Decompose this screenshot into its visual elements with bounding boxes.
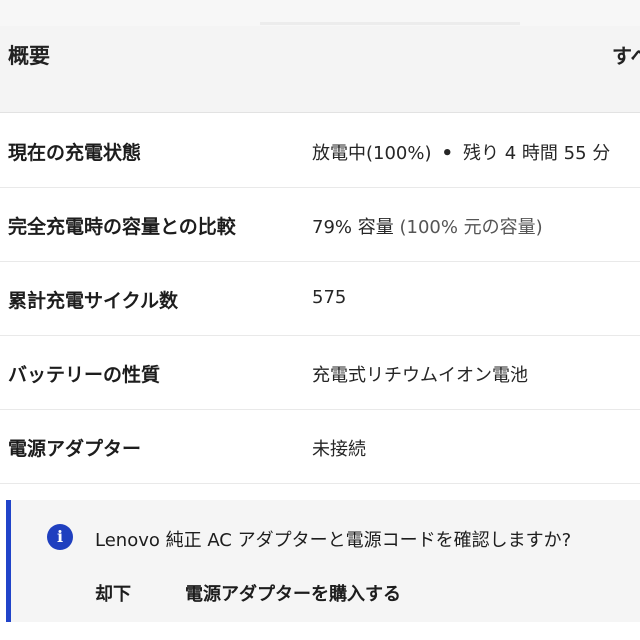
battery-details-list: 現在の充電状態 放電中(100%) • 残り 4 時間 55 分 完全充電時の容量と… — [0, 114, 640, 484]
summary-header: 概要 すべ — [0, 26, 640, 113]
banner-message: Lenovo 純正 AC アダプターと電源コードを確認しますか? — [95, 530, 572, 551]
dismiss-button[interactable]: 却下 — [95, 580, 131, 606]
charge-state-value: 放電中(100%) — [312, 143, 432, 164]
row-charge-state: 現在の充電状態 放電中(100%) • 残り 4 時間 55 分 — [0, 114, 640, 188]
row-battery-type: バッテリーの性質 充電式リチウムイオン電池 — [0, 336, 640, 410]
row-label: 完全充電時の容量との比較 — [8, 216, 236, 238]
bottom-edge — [0, 622, 640, 640]
row-value: 放電中(100%) • 残り 4 時間 55 分 — [312, 139, 610, 165]
battery-type-value: 充電式リチウムイオン電池 — [312, 365, 528, 386]
power-adapter-value: 未接続 — [312, 439, 366, 460]
row-cycle-count: 累計充電サイクル数 575 — [0, 262, 640, 336]
row-value: 79% 容量 (100% 元の容量) — [312, 213, 543, 239]
row-power-adapter: 電源アダプター 未接続 — [0, 410, 640, 484]
row-label: バッテリーの性質 — [8, 364, 161, 386]
info-icon: i — [47, 524, 73, 550]
value-separator: • — [441, 143, 454, 164]
cycle-count-value: 575 — [312, 287, 347, 308]
see-all-link[interactable]: すべ — [612, 40, 640, 69]
section-title: 概要 — [8, 44, 50, 68]
row-capacity: 完全充電時の容量との比較 79% 容量 (100% 元の容量) — [0, 188, 640, 262]
row-label: 現在の充電状態 — [8, 142, 142, 164]
buy-adapter-button[interactable]: 電源アダプターを購入する — [185, 580, 401, 606]
row-label: 累計充電サイクル数 — [8, 290, 179, 312]
remaining-time-value: 残り 4 時間 55 分 — [463, 143, 611, 164]
capacity-value: 79% 容量 — [312, 217, 394, 238]
row-label: 電源アダプター — [8, 438, 142, 460]
adapter-info-banner: i Lenovo 純正 AC アダプターと電源コードを確認しますか? 却下 電源… — [6, 500, 640, 622]
top-scroll-bar — [260, 22, 520, 25]
top-strip — [0, 0, 640, 26]
original-capacity-value: (100% 元の容量) — [399, 217, 543, 238]
